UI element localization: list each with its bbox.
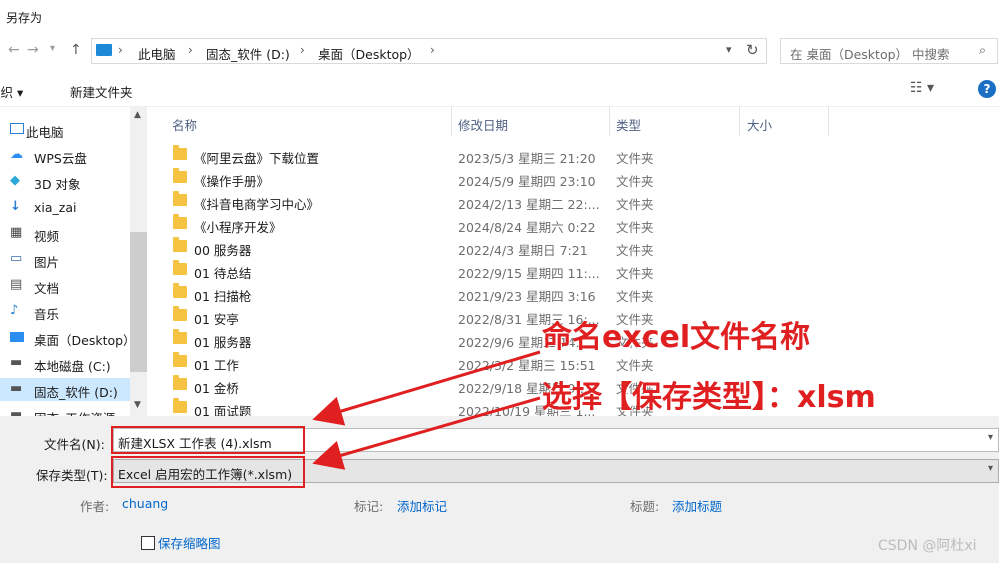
csdn-watermark: CSDN @阿杜xi: [878, 538, 977, 554]
annotation-name-file: 命名excel文件名称: [542, 320, 811, 355]
annotation-arrows: [312, 350, 541, 470]
annotation-select-type: 选择【保存类型】：xlsm: [542, 380, 876, 415]
